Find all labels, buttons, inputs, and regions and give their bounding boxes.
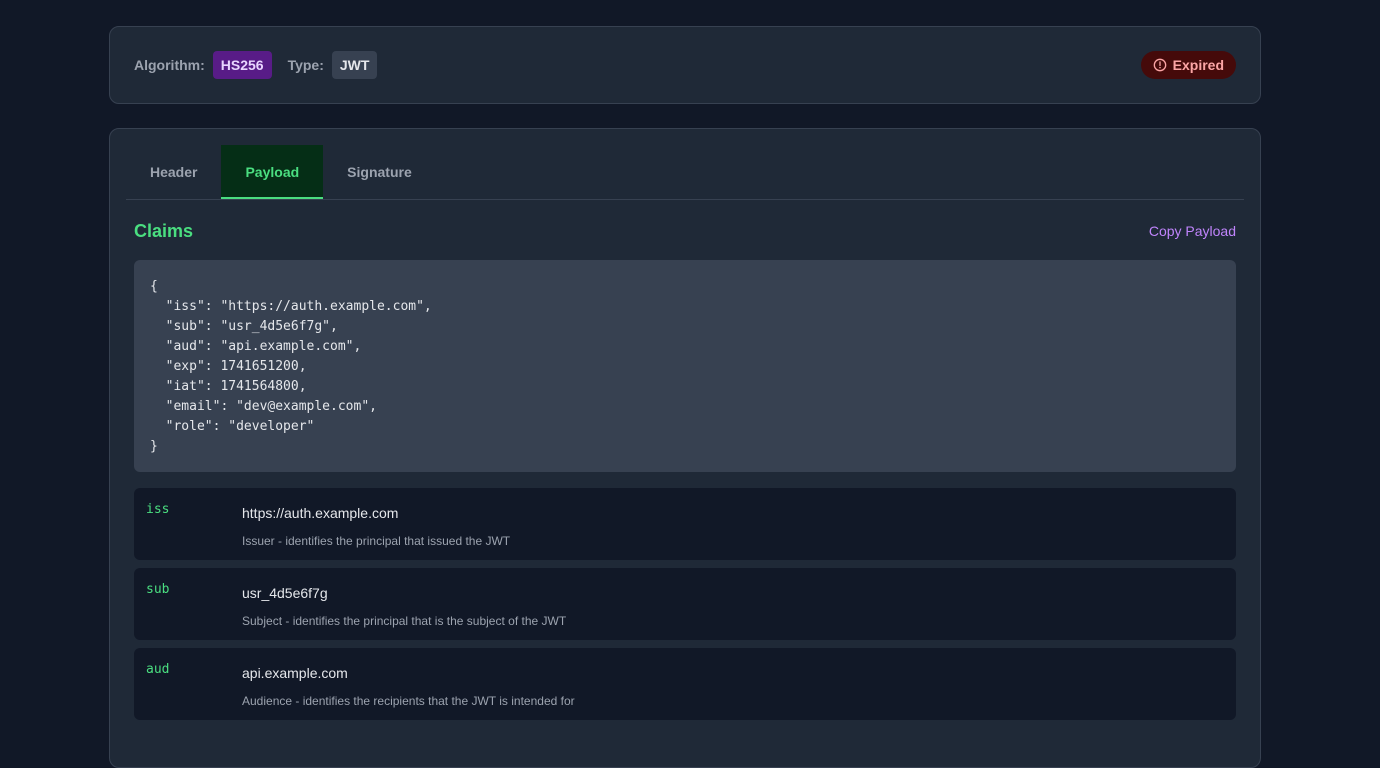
type-label: Type: bbox=[287, 57, 324, 73]
claim-key: sub bbox=[146, 582, 170, 597]
tab-header[interactable]: Header bbox=[126, 145, 221, 199]
claim-row-sub: sub usr_4d5e6f7g Subject - identifies th… bbox=[134, 568, 1236, 640]
claim-value: https://auth.example.com bbox=[242, 505, 399, 521]
tab-payload[interactable]: Payload bbox=[221, 145, 324, 199]
algorithm-badge: HS256 bbox=[212, 51, 272, 79]
claim-description: Audience - identifies the recipients tha… bbox=[242, 694, 575, 708]
token-meta-card: Algorithm: HS256 Type: JWT Expired bbox=[109, 26, 1261, 104]
copy-payload-button[interactable]: Copy Payload bbox=[1149, 223, 1236, 239]
type-badge: JWT bbox=[331, 51, 378, 79]
claims-title: Claims bbox=[134, 221, 194, 241]
claim-key: iss bbox=[146, 502, 170, 517]
claim-row-iss: iss https://auth.example.com Issuer - id… bbox=[134, 488, 1236, 560]
tab-signature[interactable]: Signature bbox=[323, 145, 436, 199]
claim-value: usr_4d5e6f7g bbox=[242, 585, 328, 601]
claim-key: aud bbox=[146, 662, 170, 677]
decoded-token-card: Header Payload Signature Claims Copy Pay… bbox=[109, 128, 1261, 768]
claim-description: Subject - identifies the principal that … bbox=[242, 614, 567, 628]
alert-circle-icon bbox=[1153, 58, 1166, 72]
payload-json: { "iss": "https://auth.example.com", "su… bbox=[134, 260, 1236, 472]
claim-row-aud: aud api.example.com Audience - identifie… bbox=[134, 648, 1236, 720]
section-tabs: Header Payload Signature bbox=[126, 145, 1244, 200]
expired-status-text: Expired bbox=[1172, 57, 1224, 73]
claim-value: api.example.com bbox=[242, 665, 348, 681]
expired-status-badge: Expired bbox=[1140, 51, 1236, 79]
algorithm-label: Algorithm: bbox=[134, 57, 205, 73]
claim-description: Issuer - identifies the principal that i… bbox=[242, 534, 511, 548]
